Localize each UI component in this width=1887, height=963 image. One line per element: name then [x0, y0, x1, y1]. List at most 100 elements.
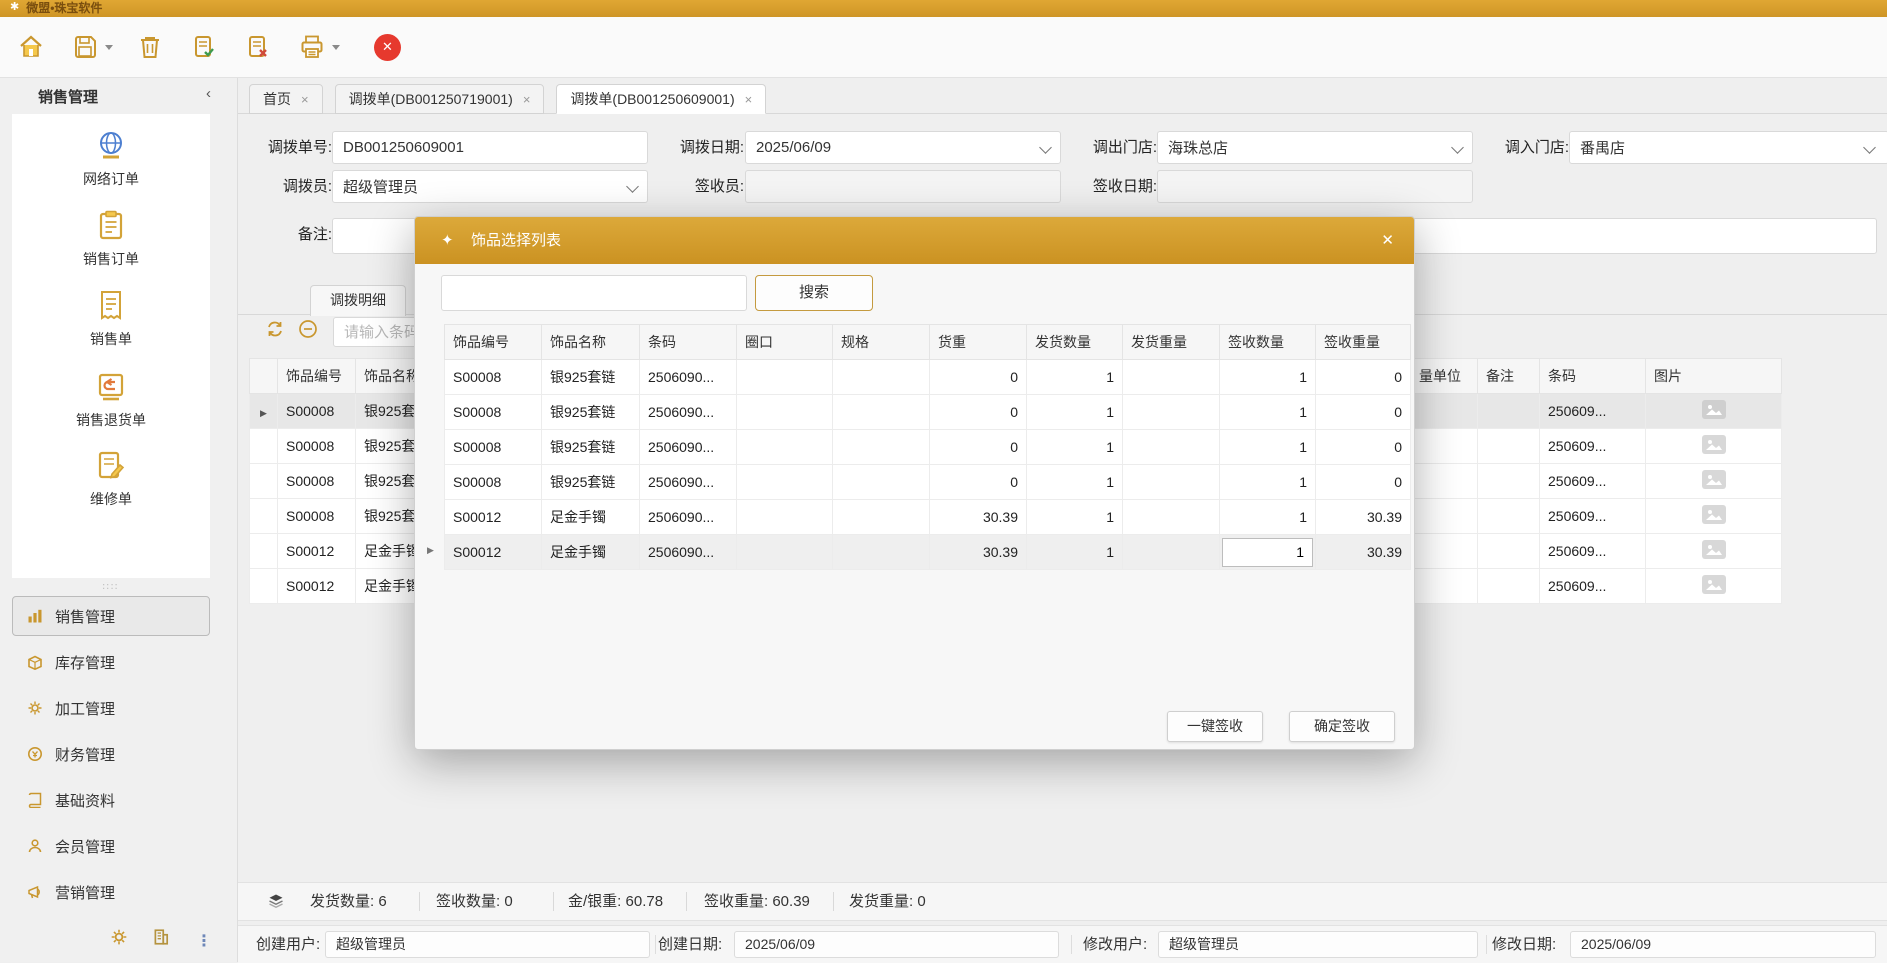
building-icon — [152, 928, 170, 946]
table-row[interactable]: S00008银925套链2506090... 01 1 0 — [445, 465, 1411, 500]
sign-date-input[interactable] — [1157, 170, 1473, 203]
table-row[interactable]: S00008银925套链2506090... 01 1 0 — [445, 430, 1411, 465]
tab-transfer-609001[interactable]: 调拨单(DB001250609001) × — [556, 84, 766, 114]
sidebar-item-inventory-management[interactable]: 库存管理 — [12, 642, 210, 682]
col-header-barcode: 条码 — [1540, 359, 1646, 394]
target-store-label: 调入门店: — [1485, 131, 1569, 164]
confirm-sign-button[interactable]: 确定签收 — [1289, 711, 1395, 742]
repair-pencil-icon — [94, 448, 128, 482]
sign-clerk-label: 签收员: — [660, 170, 744, 203]
sidebar-item-network-orders[interactable]: 网络订单 — [12, 128, 210, 189]
col-header-remark: 备注 — [1478, 359, 1540, 394]
dialog-item-table: 饰品编号 饰品名称 条码 圈口 规格 货重 发货数量 发货重量 签收数量 签收重… — [444, 324, 1410, 570]
tab-transfer-detail[interactable]: 调拨明细 — [310, 285, 406, 316]
row-expander-icon[interactable]: ▶ — [260, 408, 267, 418]
table-row[interactable]: S00012足金手镯2506090... 30.391 1 30.39 — [445, 500, 1411, 535]
dialog-header: ✦ 饰品选择列表 ✕ — [415, 217, 1414, 264]
scan-loop-button[interactable] — [265, 319, 287, 341]
transfer-clerk-select[interactable] — [332, 170, 648, 203]
dialog-search-button[interactable]: 搜索 — [755, 275, 873, 311]
unaudit-button[interactable] — [241, 30, 275, 64]
home-button[interactable] — [14, 30, 48, 64]
close-window-button[interactable]: ✕ — [374, 34, 401, 61]
menu-item-label: 销售管理 — [55, 606, 115, 627]
quick-item-label: 网络订单 — [12, 169, 210, 189]
audit-button[interactable] — [187, 30, 221, 64]
sidebar-item-finance-management[interactable]: 财务管理 — [12, 734, 210, 774]
layers-icon[interactable] — [268, 893, 284, 913]
col-header-weight: 货重 — [930, 325, 1027, 360]
summary-ship-weight: 发货重量: 0 — [849, 883, 926, 920]
print-dropdown-caret[interactable] — [332, 45, 340, 50]
target-store-select[interactable] — [1569, 131, 1887, 164]
dialog-search-input[interactable] — [441, 275, 747, 311]
app-title: 微盟•珠宝软件 — [26, 0, 102, 16]
sidebar-item-processing-management[interactable]: 加工管理 — [12, 688, 210, 728]
sign-all-button[interactable]: 一键签收 — [1167, 711, 1263, 742]
store-building-button[interactable] — [152, 928, 170, 950]
transfer-date-select[interactable] — [745, 131, 1061, 164]
table-row[interactable]: S00008银925套链2506090... 01 1 0 — [445, 395, 1411, 430]
source-store-select[interactable] — [1157, 131, 1473, 164]
remove-row-button[interactable] — [298, 319, 320, 341]
receipt-icon — [94, 288, 128, 322]
image-placeholder-icon[interactable] — [1702, 540, 1726, 559]
document-check-icon — [191, 34, 217, 60]
minus-circle-icon — [298, 319, 318, 339]
sidebar-item-repair[interactable]: 维修单 — [12, 448, 210, 509]
sidebar-collapse-icon[interactable]: ‹ — [206, 85, 211, 102]
source-store-label: 调出门店: — [1073, 131, 1157, 164]
tab-close-icon[interactable]: × — [745, 92, 753, 107]
summary-sign-weight: 签收重量: 60.39 — [704, 883, 810, 920]
table-row[interactable]: S00008银925套链2506090... 01 1 0 — [445, 360, 1411, 395]
sidebar-item-sales-management[interactable]: 销售管理 — [12, 596, 210, 636]
menu-item-label: 库存管理 — [55, 652, 115, 673]
row-expander-icon[interactable]: ▶ — [427, 545, 434, 556]
bar-chart-icon — [27, 608, 43, 624]
save-button[interactable] — [68, 30, 102, 64]
dialog-close-icon[interactable]: ✕ — [1381, 217, 1394, 264]
image-placeholder-icon[interactable] — [1702, 505, 1726, 524]
settings-gear-button[interactable] — [110, 928, 128, 950]
image-placeholder-icon[interactable] — [1702, 575, 1726, 594]
transfer-no-label: 调拨单号: — [246, 131, 332, 164]
sidebar-item-marketing-management[interactable]: 营销管理 — [12, 872, 210, 912]
sidebar-item-sales-orders[interactable]: 销售订单 — [12, 208, 210, 269]
transfer-no-input[interactable] — [332, 131, 648, 164]
tab-close-icon[interactable]: × — [523, 92, 531, 107]
quick-item-label: 销售订单 — [12, 249, 210, 269]
divider — [833, 892, 834, 911]
menu-item-label: 基础资料 — [55, 790, 115, 811]
sign-clerk-input[interactable] — [745, 170, 1061, 203]
created-date-label: 创建日期: — [658, 926, 722, 963]
summary-sign-qty: 签收数量: 0 — [436, 883, 513, 920]
sign-qty-edit-input[interactable] — [1222, 538, 1313, 567]
col-header-sign-weight: 签收重量 — [1316, 325, 1411, 360]
sidebar-item-base-data[interactable]: 基础资料 — [12, 780, 210, 820]
main-toolbar: ✕ — [0, 17, 1887, 78]
delete-button[interactable] — [133, 30, 167, 64]
print-button[interactable] — [295, 30, 329, 64]
tab-transfer-719001[interactable]: 调拨单(DB001250719001) × — [335, 84, 545, 114]
sidebar-item-member-management[interactable]: 会员管理 — [12, 826, 210, 866]
tab-close-icon[interactable]: × — [301, 92, 309, 107]
panel-drag-handle[interactable]: ∷∷ — [0, 582, 222, 593]
image-placeholder-icon[interactable] — [1702, 470, 1726, 489]
save-dropdown-caret[interactable] — [105, 45, 113, 50]
member-icon — [27, 838, 43, 854]
menu-item-label: 财务管理 — [55, 744, 115, 765]
table-row-selected[interactable]: S00012足金手镯2506090... 30.391 30.39 — [445, 535, 1411, 570]
tab-bar: 首页 × 调拨单(DB001250719001) × 调拨单(DB0012506… — [238, 78, 1887, 114]
tab-home[interactable]: 首页 × — [249, 84, 323, 114]
more-options-button[interactable]: ⋮ — [196, 934, 212, 950]
sidebar-item-sales-return[interactable]: 销售退货单 — [12, 369, 210, 430]
col-header-image: 图片 — [1646, 359, 1782, 394]
image-placeholder-icon[interactable] — [1702, 400, 1726, 419]
save-icon — [72, 34, 98, 60]
image-placeholder-icon[interactable] — [1702, 435, 1726, 454]
trash-icon — [137, 34, 163, 60]
divider — [419, 892, 420, 911]
app-logo-icon: ✱ — [10, 0, 19, 15]
quick-item-label: 维修单 — [12, 489, 210, 509]
sidebar-item-sales-slip[interactable]: 销售单 — [12, 288, 210, 349]
